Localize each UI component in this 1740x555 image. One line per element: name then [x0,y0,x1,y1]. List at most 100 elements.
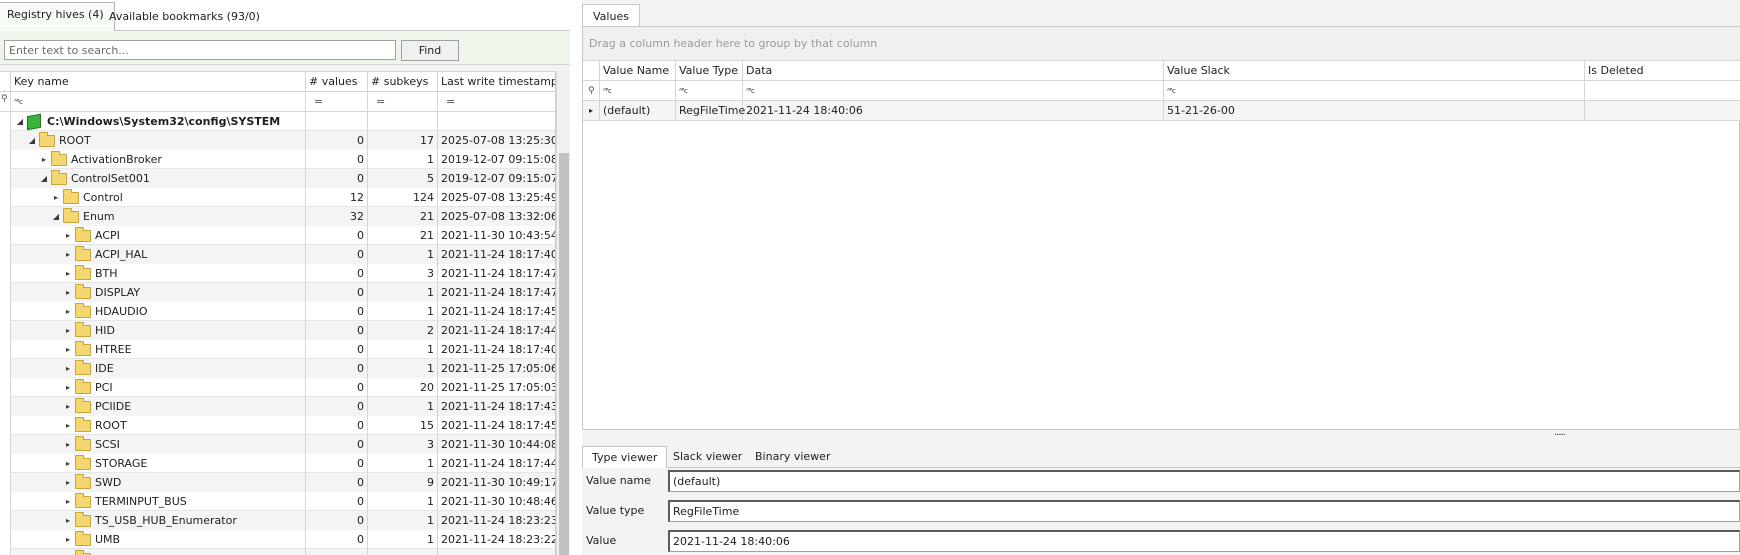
cell-value-name[interactable]: (default) [600,101,676,121]
cell-key-name[interactable]: ▸ ROOT [11,416,306,435]
cell-subkeys[interactable]: 1 [368,511,438,530]
table-row[interactable]: ▸ ActivationBroker 0 1 2019-12-07 09:15:08 [0,150,555,169]
collapse-icon[interactable]: ◢ [27,131,37,150]
cell-key-name[interactable]: ▸ SWD [11,473,306,492]
expand-icon[interactable] [63,549,73,555]
expand-icon[interactable]: ▸ [63,264,73,283]
column-header-data[interactable]: Data [743,61,1164,81]
cell-values[interactable]: 0 [306,131,368,150]
cell-values[interactable]: 0 [306,264,368,283]
cell-key-name[interactable]: ▸ STORAGE [11,454,306,473]
cell-subkeys[interactable]: 5 [368,169,438,188]
cell-last-write[interactable]: 2021-11-24 18:17:40 [438,245,555,264]
cell-last-write[interactable]: 2019-12-07 09:15:07 [438,169,555,188]
cell-last-write[interactable]: 2021-11-25 17:05:06 [438,359,555,378]
cell-key-name[interactable]: ◢ C:\Windows\System32\config\SYSTEM [11,112,306,131]
column-header-value-type[interactable]: Value Type [676,61,743,81]
cell-values[interactable]: 0 [306,473,368,492]
table-row[interactable]: ◢ C:\Windows\System32\config\SYSTEM [0,112,555,131]
expand-icon[interactable]: ▸ [63,359,73,378]
cell-subkeys[interactable]: 1 [368,397,438,416]
cell-last-write[interactable]: 2025-07-08 13:25:49 [438,188,555,207]
expand-icon[interactable]: ▸ [63,378,73,397]
cell-subkeys[interactable]: 1 [368,492,438,511]
cell-values[interactable]: 32 [306,207,368,226]
cell-key-name[interactable]: ▸ HTREE [11,340,306,359]
cell-values[interactable]: 0 [306,321,368,340]
cell-subkeys[interactable]: 2 [368,321,438,340]
collapse-icon[interactable]: ◢ [51,207,61,226]
value-field[interactable]: 2021-11-24 18:40:06 [668,530,1740,552]
cell-key-name[interactable]: ▸ TS_USB_HUB_Enumerator [11,511,306,530]
column-header-is-deleted[interactable]: Is Deleted [1585,61,1740,81]
tab-type-viewer[interactable]: Type viewer [582,446,668,469]
expand-icon[interactable]: ▸ [63,397,73,416]
cell-key-name[interactable]: ▸ UMB [11,530,306,549]
cell-subkeys[interactable]: 3 [368,435,438,454]
column-header-subkeys[interactable]: # subkeys [368,72,438,92]
table-row[interactable]: ▸ BTH 0 3 2021-11-24 18:17:47 [0,264,555,283]
cell-last-write[interactable]: 2025-07-08 13:32:06 [438,207,555,226]
cell-last-write[interactable] [438,549,555,555]
pane-splitter[interactable]: ····· [582,430,1740,444]
cell-values[interactable] [306,549,368,555]
filter-value-type[interactable]: ᴬᴮc [676,81,743,101]
cell-last-write[interactable]: 2021-11-30 10:43:54 [438,226,555,245]
filter-key-name[interactable]: ᴬᴮc [11,92,306,112]
expand-icon[interactable]: ▸ [63,435,73,454]
cell-subkeys[interactable]: 1 [368,150,438,169]
cell-values[interactable]: 0 [306,378,368,397]
expand-icon[interactable]: ▸ [63,302,73,321]
filter-value-slack[interactable]: ᴬᴮc [1164,81,1585,101]
cell-subkeys[interactable]: 1 [368,302,438,321]
scrollbar-thumb[interactable] [559,153,569,555]
cell-key-name[interactable]: ▸ IDE [11,359,306,378]
cell-subkeys[interactable]: 21 [368,207,438,226]
table-row[interactable]: ◢ ROOT 0 17 2025-07-08 13:25:30 [0,131,555,150]
filter-value-name[interactable]: ᴬᴮc [600,81,676,101]
cell-last-write[interactable]: 2021-11-24 18:17:45 [438,416,555,435]
table-row[interactable]: ▸ (default) RegFileTime 2021-11-24 18:40… [583,101,1740,121]
expand-icon[interactable]: ▸ [63,321,73,340]
cell-key-name[interactable]: ▸ SCSI [11,435,306,454]
column-header-key-name[interactable]: Key name [11,72,306,92]
group-by-area[interactable]: Drag a column header here to group by th… [583,27,1740,61]
table-row[interactable]: ▸ DISPLAY 0 1 2021-11-24 18:17:47 [0,283,555,302]
cell-last-write[interactable]: 2021-11-24 18:17:47 [438,264,555,283]
expand-icon[interactable]: ▸ [63,283,73,302]
cell-last-write[interactable]: 2021-11-25 17:05:03 [438,378,555,397]
cell-last-write[interactable] [438,112,555,131]
table-row[interactable]: ▸ TERMINPUT_BUS 0 1 2021-11-30 10:48:46 [0,492,555,511]
cell-last-write[interactable]: 2021-11-30 10:44:08 [438,435,555,454]
table-row[interactable]: ◢ Enum 32 21 2025-07-08 13:32:06 [0,207,555,226]
cell-is-deleted[interactable] [1585,101,1740,121]
cell-key-name[interactable]: ◢ ROOT [11,131,306,150]
value-type-field[interactable]: RegFileTime [668,500,1740,522]
cell-key-name[interactable]: ▸ HDAUDIO [11,302,306,321]
row-expander-icon[interactable]: ▸ [583,101,600,121]
expand-icon[interactable]: ▸ [63,340,73,359]
column-header-value-slack[interactable]: Value Slack [1164,61,1585,81]
cell-values[interactable]: 0 [306,169,368,188]
cell-values[interactable]: 0 [306,283,368,302]
cell-values[interactable]: 0 [306,302,368,321]
cell-key-name[interactable]: ▸ BTH [11,264,306,283]
cell-last-write[interactable]: 2021-11-24 18:17:40 [438,340,555,359]
column-header-value-name[interactable]: Value Name [600,61,676,81]
table-row[interactable]: ▸ TS_USB_HUB_Enumerator 0 1 2021-11-24 18:23… [0,511,555,530]
expand-icon[interactable]: ▸ [63,511,73,530]
table-row[interactable]: ▸ PCIIDE 0 1 2021-11-24 18:17:43 [0,397,555,416]
key-grid-scrollbar[interactable] [556,71,570,555]
cell-value-slack[interactable]: 51-21-26-00 [1164,101,1585,121]
cell-last-write[interactable]: 2025-07-08 13:25:30 [438,131,555,150]
table-row[interactable]: ▸ SWD 0 9 2021-11-30 10:49:17 [0,473,555,492]
cell-subkeys[interactable]: 1 [368,340,438,359]
cell-key-name[interactable]: ◢ Enum [11,207,306,226]
table-row[interactable]: ▸ STORAGE 0 1 2021-11-24 18:17:44 [0,454,555,473]
cell-values[interactable]: 0 [306,492,368,511]
table-row[interactable]: ▸ SCSI 0 3 2021-11-30 10:44:08 [0,435,555,454]
cell-key-name[interactable]: ▸ DISPLAY [11,283,306,302]
table-row[interactable]: ◢ ControlSet001 0 5 2019-12-07 09:15:07 [0,169,555,188]
cell-values[interactable]: 0 [306,226,368,245]
cell-data[interactable]: 2021-11-24 18:40:06 [743,101,1164,121]
